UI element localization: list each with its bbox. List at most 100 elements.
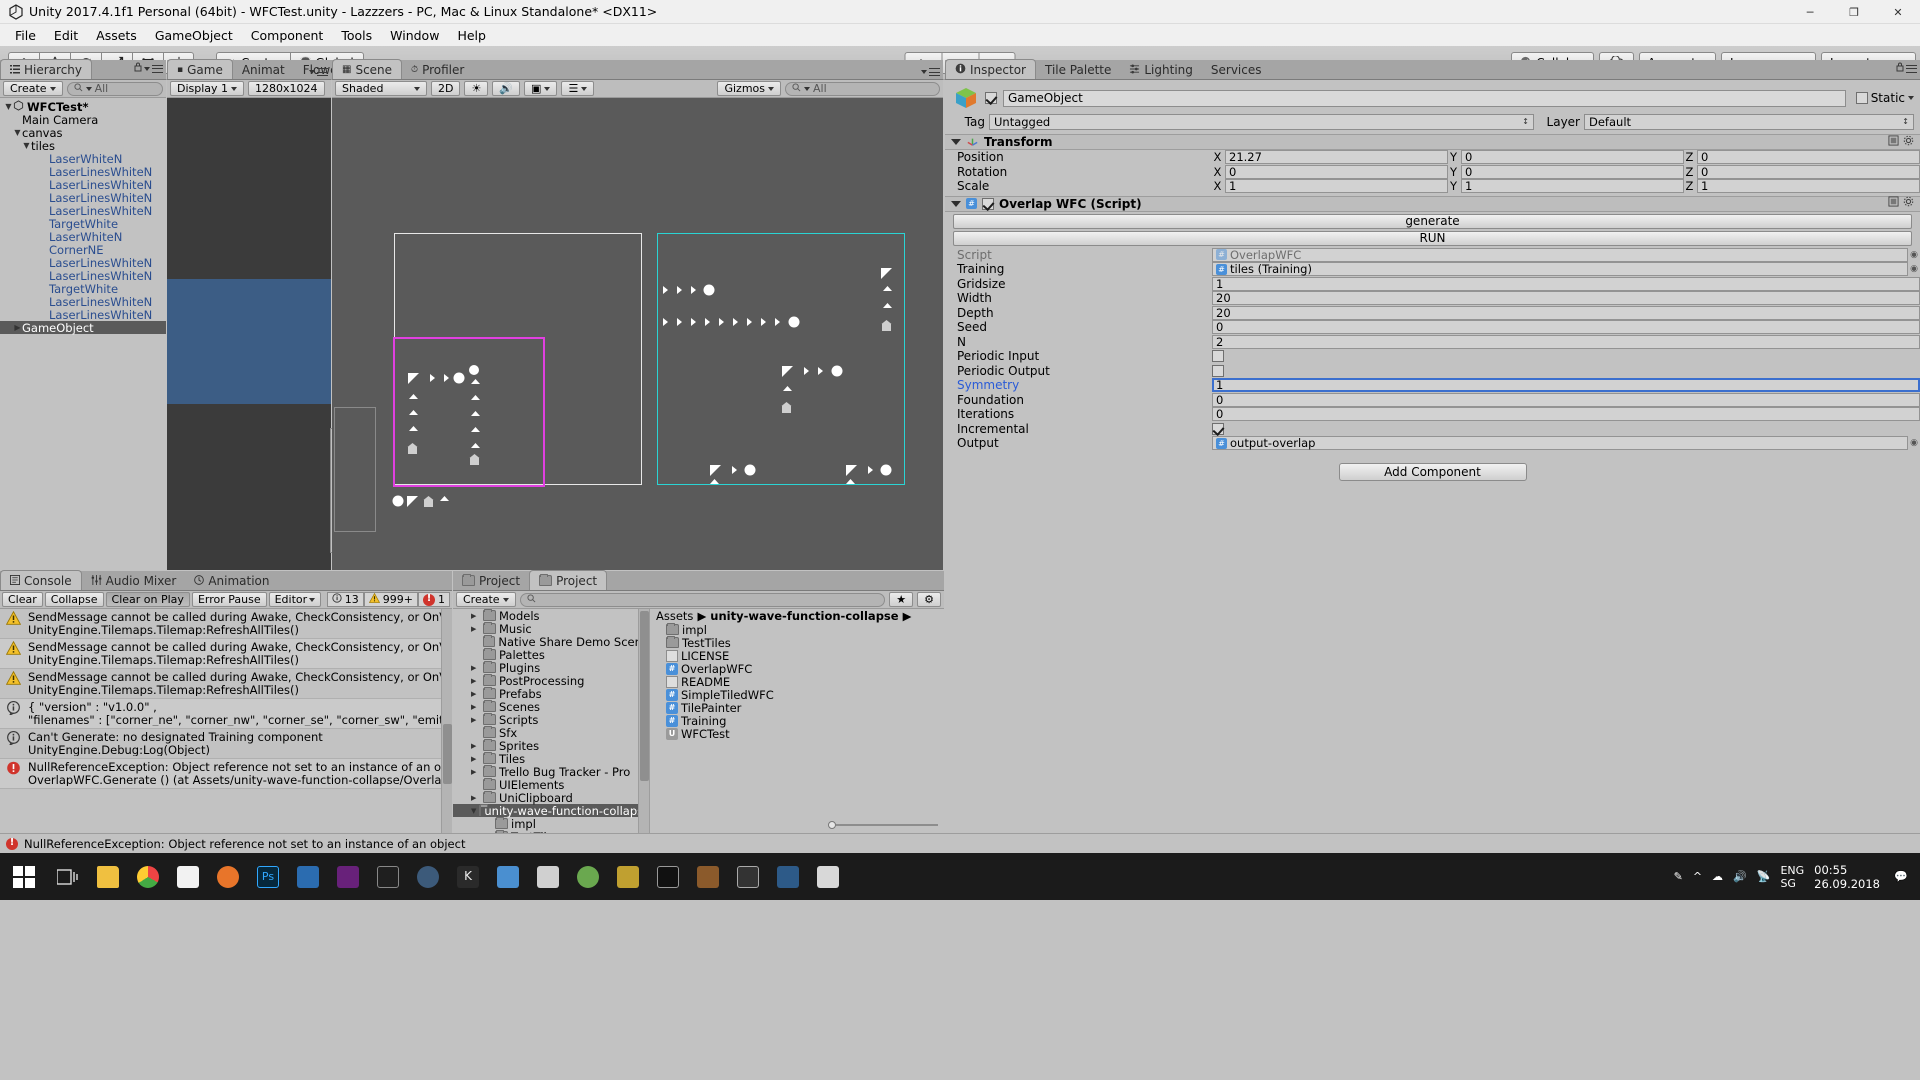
tray-language[interactable]: ENG SG: [1780, 864, 1804, 890]
layer-dropdown[interactable]: Default ↕: [1584, 114, 1914, 130]
taskbar-app8-icon[interactable]: [768, 853, 808, 900]
twirl-icon[interactable]: ▼: [471, 807, 476, 815]
tag-dropdown[interactable]: Untagged ↕: [989, 114, 1534, 130]
menu-edit[interactable]: Edit: [45, 26, 87, 45]
script-field-input[interactable]: 0: [1212, 407, 1920, 422]
gameobject-enabled-checkbox[interactable]: [985, 92, 997, 104]
script-field-checkbox[interactable]: [1212, 422, 1224, 435]
project-contents[interactable]: Assets ▶ unity-wave-function-collapse ▶ …: [650, 609, 944, 833]
project-tree-item[interactable]: ▶ Music: [453, 622, 649, 636]
hierarchy-item[interactable]: TargetWhite: [0, 217, 166, 231]
twirl-icon[interactable]: ▼: [4, 102, 13, 111]
project-zoom-knob[interactable]: [828, 821, 836, 829]
project-item[interactable]: # SimpleTiledWFC: [650, 688, 944, 702]
project-tree-item[interactable]: impl: [453, 817, 649, 831]
taskbar-krita-icon[interactable]: K: [448, 853, 488, 900]
project-filter-star[interactable]: ★: [889, 592, 914, 607]
taskbar-audio-icon[interactable]: [368, 853, 408, 900]
scene-audio-toggle[interactable]: 🔊: [492, 81, 521, 96]
transform-z-input[interactable]: 0: [1697, 150, 1920, 165]
scene-2d-toggle[interactable]: 2D: [431, 81, 461, 96]
lock-icon[interactable]: [134, 61, 142, 76]
scene-gizmos-dropdown[interactable]: Gizmos: [717, 81, 781, 96]
twirl-icon[interactable]: ▶: [471, 768, 480, 776]
tab-hierarchy[interactable]: Hierarchy: [0, 59, 93, 79]
hierarchy-item[interactable]: TargetWhite: [0, 282, 166, 296]
menu-help[interactable]: Help: [448, 26, 495, 45]
panel-menu-icon[interactable]: [929, 68, 940, 76]
project-tree-item[interactable]: ▼ unity-wave-function-collapse: [453, 804, 649, 818]
static-toggle[interactable]: Static: [1855, 91, 1914, 105]
tab-audio-mixer[interactable]: Audio Mixer: [81, 571, 186, 590]
transform-x-input[interactable]: 21.27: [1225, 150, 1448, 165]
console-error-count[interactable]: 1: [418, 592, 450, 607]
scene-tab-menu[interactable]: [921, 68, 940, 76]
status-bar[interactable]: NullReferenceException: Object reference…: [0, 833, 1920, 853]
console-warn-count[interactable]: 999+: [363, 592, 418, 607]
project-tree-item[interactable]: ▶ Sprites: [453, 739, 649, 753]
taskbar-visualstudio-icon[interactable]: [328, 853, 368, 900]
hierarchy-item[interactable]: LaserLinesWhiteN: [0, 204, 166, 218]
panel-menu-icon[interactable]: [317, 68, 328, 76]
project-item[interactable]: impl: [650, 623, 944, 637]
tab-animation[interactable]: Animation: [185, 571, 279, 590]
transform-z-input[interactable]: 1: [1697, 179, 1920, 194]
hierarchy-item[interactable]: LaserWhiteN: [0, 230, 166, 244]
taskbar-app3-icon[interactable]: [528, 853, 568, 900]
hierarchy-item[interactable]: LaserLinesWhiteN: [0, 165, 166, 179]
hierarchy-item[interactable]: Main Camera: [0, 113, 166, 127]
tab-console[interactable]: Console: [0, 570, 82, 590]
menu-window[interactable]: Window: [381, 26, 448, 45]
script-field-checkbox[interactable]: [1212, 364, 1224, 377]
tab-services[interactable]: Services: [1201, 60, 1271, 79]
project-tree-scrollbar[interactable]: [638, 609, 649, 833]
game-display-dropdown[interactable]: Display 1: [170, 81, 245, 96]
project-tree-item[interactable]: ▶ Prefabs: [453, 687, 649, 701]
script-field-input[interactable]: 0: [1212, 320, 1920, 335]
object-picker-icon[interactable]: ◉: [1908, 264, 1920, 274]
project-tree-item[interactable]: Palettes: [453, 648, 649, 662]
console-clear-on-play-button[interactable]: Clear on Play: [105, 592, 190, 607]
project-item[interactable]: # Training: [650, 714, 944, 728]
twirl-icon[interactable]: ▼: [22, 141, 31, 150]
hierarchy-create-button[interactable]: Create: [3, 81, 63, 96]
tab-lighting[interactable]: Lighting: [1120, 60, 1202, 79]
taskbar-photoshop-icon[interactable]: Ps: [248, 853, 288, 900]
hierarchy-item[interactable]: LaserWhiteN: [0, 152, 166, 166]
transform-y-input[interactable]: 0: [1461, 164, 1684, 179]
tray-network-icon[interactable]: 📡: [1757, 870, 1771, 883]
hierarchy-item[interactable]: LaserLinesWhiteN: [0, 256, 166, 270]
generate-button[interactable]: generate: [953, 213, 1912, 229]
tab-project-2[interactable]: Project: [529, 570, 608, 590]
hierarchy-item[interactable]: ▶ GameObject: [0, 321, 166, 335]
console-collapse-button[interactable]: Collapse: [44, 592, 104, 607]
script-field-input[interactable]: 1: [1212, 378, 1920, 393]
taskbar-app6-icon[interactable]: [648, 853, 688, 900]
tray-volume-icon[interactable]: 🔊: [1733, 870, 1747, 883]
console-message[interactable]: NullReferenceException: Object reference…: [0, 759, 452, 789]
notification-center-icon[interactable]: 💬: [1890, 862, 1912, 892]
menu-component[interactable]: Component: [242, 26, 333, 45]
menu-file[interactable]: File: [6, 26, 45, 45]
project-tree-item[interactable]: ▶ Trello Bug Tracker - Pro: [453, 765, 649, 779]
transform-y-field[interactable]: Y1: [1448, 179, 1684, 194]
scene-lighting-toggle[interactable]: ☀: [464, 81, 489, 96]
transform-component-header[interactable]: Transform: [945, 134, 1920, 150]
scene-fx-dropdown[interactable]: ▣: [524, 81, 558, 96]
twirl-icon[interactable]: ▶: [471, 716, 480, 724]
script-field-input[interactable]: 20: [1212, 305, 1920, 320]
hierarchy-search-input[interactable]: All: [66, 81, 163, 96]
taskbar-firefox-icon[interactable]: [208, 853, 248, 900]
panel-menu-icon[interactable]: [1906, 64, 1917, 73]
hierarchy-item[interactable]: ▼ tiles: [0, 139, 166, 153]
project-tree-item[interactable]: ▶ Models: [453, 609, 649, 623]
project-tree-item[interactable]: Sfx: [453, 726, 649, 740]
breadcrumb-assets[interactable]: Assets: [656, 609, 693, 623]
taskbar-chrome-icon[interactable]: [128, 853, 168, 900]
transform-z-field[interactable]: Z0: [1684, 164, 1920, 179]
preset-icon[interactable]: [1888, 196, 1899, 211]
transform-y-input[interactable]: 0: [1461, 150, 1684, 165]
project-zoom-slider[interactable]: [828, 820, 938, 830]
panel-menu-icon[interactable]: [152, 64, 163, 73]
script-field-checkbox[interactable]: [1212, 350, 1224, 363]
